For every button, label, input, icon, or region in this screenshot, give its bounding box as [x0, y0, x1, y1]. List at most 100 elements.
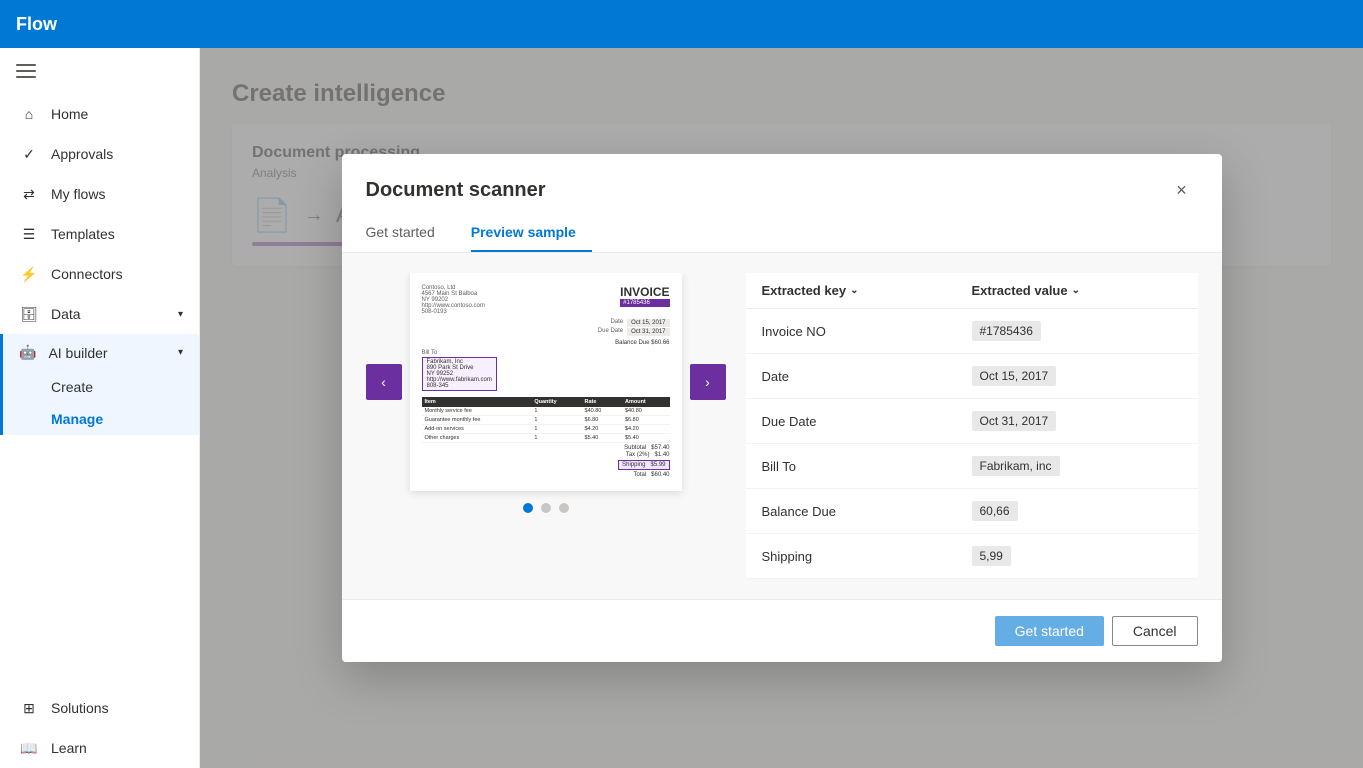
carousel-dot-3[interactable] — [559, 503, 569, 513]
sidebar-item-learn[interactable]: 📖 Learn — [0, 728, 199, 768]
dialog-header: Document scanner × — [342, 154, 1222, 206]
ai-chevron-icon: ▾ — [178, 347, 183, 358]
key-invoice-no: Invoice NO — [762, 324, 972, 339]
extracted-row-bill-to: Bill To Fabrikam, inc — [746, 444, 1198, 489]
sidebar-item-connectors[interactable]: ⚡ Connectors — [0, 254, 199, 294]
inv-bill-box: Fabrikam, Inc 890 Park St Drive NY 99252… — [422, 357, 497, 391]
preview-content: ‹ Contoso, Ltd 4567 Main St Balboa NY 99… — [366, 273, 1198, 579]
sidebar-label-solutions: Solutions — [51, 700, 109, 716]
sidebar-item-solutions[interactable]: ⊞ Solutions — [0, 688, 199, 728]
templates-icon: ☰ — [19, 224, 39, 244]
carousel-next-button[interactable]: › — [690, 364, 726, 400]
sidebar-sub-manage[interactable]: Manage — [51, 403, 199, 435]
extracted-rows: Invoice NO #1785436 Date Oct 15, 2017 Du… — [746, 309, 1198, 579]
sidebar-item-data[interactable]: 🗄 Data ▾ — [0, 294, 199, 334]
carousel-dot-2[interactable] — [541, 503, 551, 513]
sidebar-label-approvals: Approvals — [51, 146, 113, 162]
inv-table-header: Item Quantity Rate Amount — [422, 397, 670, 407]
inv-table: Item Quantity Rate Amount Monthly servic… — [422, 397, 670, 443]
invoice-preview: Contoso, Ltd 4567 Main St Balboa NY 9920… — [410, 273, 682, 491]
dialog-close-button[interactable]: × — [1166, 174, 1198, 206]
extracted-value-label: Extracted value — [972, 283, 1068, 298]
sidebar-label-templates: Templates — [51, 226, 115, 242]
hamburger-button[interactable] — [0, 48, 199, 94]
badge-date: Oct 15, 2017 — [972, 366, 1057, 386]
solutions-icon: ⊞ — [19, 698, 39, 718]
tab-preview-sample[interactable]: Preview sample — [471, 214, 592, 252]
app-title: Flow — [16, 14, 57, 35]
get-started-button[interactable]: Get started — [995, 616, 1104, 646]
key-due-date: Due Date — [762, 414, 972, 429]
sidebar-item-home[interactable]: ⌂ Home — [0, 94, 199, 134]
sidebar-sub-create[interactable]: Create — [51, 371, 199, 403]
inv-shipping: Shipping $5.99 — [618, 460, 669, 470]
key-date: Date — [762, 369, 972, 384]
learn-icon: 📖 — [19, 738, 39, 758]
main-layout: ⌂ Home ✓ Approvals ⇄ My flows ☰ Template… — [0, 48, 1363, 768]
table-row: Add-on services1$4.20$4.20 — [422, 425, 670, 434]
badge-balance-due: 60,66 — [972, 501, 1018, 521]
tab-get-started[interactable]: Get started — [366, 214, 451, 252]
sidebar-item-templates[interactable]: ☰ Templates — [0, 214, 199, 254]
value-date: Oct 15, 2017 — [972, 366, 1182, 386]
sidebar-label-connectors: Connectors — [51, 266, 123, 282]
carousel-dot-1[interactable] — [523, 503, 533, 513]
sidebar-item-my-flows[interactable]: ⇄ My flows — [0, 174, 199, 214]
inv-subtotal: Subtotal $57.40 — [422, 445, 670, 451]
inv-due-row: Due Date Oct 31, 2017 — [422, 328, 670, 336]
inv-date-val: Oct 15, 2017 — [627, 319, 669, 327]
dialog-tabs: Get started Preview sample — [342, 214, 1222, 253]
extracted-key-header: Extracted key ⌄ — [762, 283, 972, 298]
inv-company: Contoso, Ltd 4567 Main St Balboa NY 9920… — [422, 285, 485, 315]
content-area: Create intelligence Document processing … — [200, 48, 1363, 768]
home-icon: ⌂ — [19, 104, 39, 124]
sidebar-label-home: Home — [51, 106, 88, 122]
data-icon: 🗄 — [19, 304, 39, 324]
inv-balance-label: Balance Due — [615, 340, 649, 346]
table-row: Other charges1$5.40$5.40 — [422, 434, 670, 443]
sidebar-label-data: Data — [51, 306, 81, 322]
extracted-key-label: Extracted key — [762, 283, 847, 298]
inv-col-item: Item — [422, 397, 532, 407]
table-row: Monthly service fee1$40.80$40.80 — [422, 407, 670, 416]
key-balance-due: Balance Due — [762, 504, 972, 519]
invoice-carousel-wrapper: ‹ Contoso, Ltd 4567 Main St Balboa NY 99… — [366, 273, 726, 579]
dialog: Document scanner × Get started Preview s… — [342, 154, 1222, 662]
sidebar-item-ai-builder[interactable]: 🤖 AI builder ▾ Create Manage — [0, 334, 199, 435]
key-bill-to: Bill To — [762, 459, 972, 474]
inv-col-rate: Rate — [582, 397, 622, 407]
key-sort-icon: ⌄ — [850, 285, 858, 296]
extracted-data-panel: Extracted key ⌄ Extracted value ⌄ — [746, 273, 1198, 579]
carousel-prev-button[interactable]: ‹ — [366, 364, 402, 400]
connectors-icon: ⚡ — [19, 264, 39, 284]
badge-due-date: Oct 31, 2017 — [972, 411, 1057, 431]
badge-bill-to: Fabrikam, inc — [972, 456, 1060, 476]
value-due-date: Oct 31, 2017 — [972, 411, 1182, 431]
sidebar-label-ai-builder: AI builder — [48, 345, 107, 361]
cancel-button[interactable]: Cancel — [1112, 616, 1198, 646]
inv-totals: Subtotal $57.40 Tax (2%) $1.40 Shipping … — [422, 445, 670, 478]
inv-bill-phone: 808-345 — [427, 383, 492, 389]
inv-header: Contoso, Ltd 4567 Main St Balboa NY 9920… — [422, 285, 670, 315]
ai-icon: 🤖 — [19, 344, 36, 361]
extracted-row-invoice-no: Invoice NO #1785436 — [746, 309, 1198, 354]
extracted-header: Extracted key ⌄ Extracted value ⌄ — [746, 273, 1198, 309]
ai-builder-header[interactable]: 🤖 AI builder ▾ — [3, 334, 199, 371]
inv-col-amount: Amount — [622, 397, 670, 407]
topbar: Flow — [0, 0, 1363, 48]
key-shipping: Shipping — [762, 549, 972, 564]
value-sort-icon: ⌄ — [1072, 285, 1080, 296]
extracted-row-shipping: Shipping 5,99 — [746, 534, 1198, 579]
approvals-icon: ✓ — [19, 144, 39, 164]
hamburger-icon — [16, 64, 36, 78]
badge-shipping: 5,99 — [972, 546, 1011, 566]
value-bill-to: Fabrikam, inc — [972, 456, 1182, 476]
inv-balance-val: $60.66 — [651, 340, 669, 346]
extracted-row-balance-due: Balance Due 60,66 — [746, 489, 1198, 534]
sidebar-item-approvals[interactable]: ✓ Approvals — [0, 134, 199, 174]
inv-due-label: Due Date — [598, 328, 623, 336]
inv-due-val: Oct 31, 2017 — [627, 328, 669, 336]
carousel-dots — [523, 503, 569, 513]
sidebar-label-my-flows: My flows — [51, 186, 105, 202]
extracted-value-header: Extracted value ⌄ — [972, 283, 1182, 298]
